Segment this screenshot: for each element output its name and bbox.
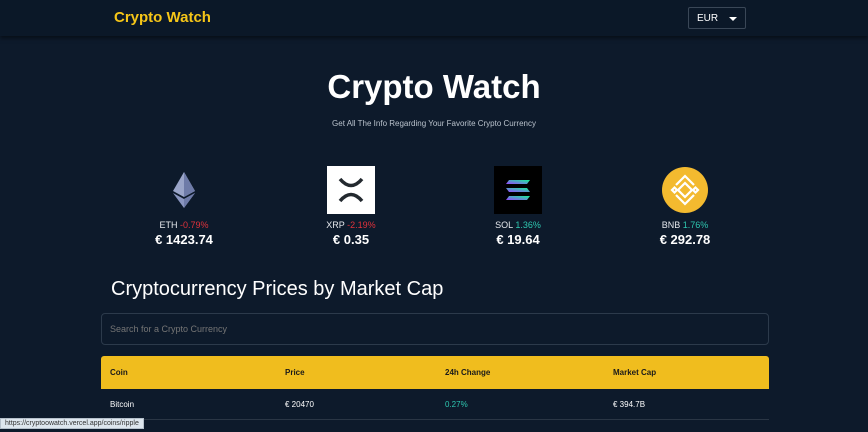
coin-price: € 0.35	[332, 232, 370, 247]
cell-market-cap: € 394.7B	[613, 400, 646, 409]
column-header-24h-change: 24h Change	[445, 368, 491, 377]
coin-price: € 1423.74	[155, 232, 213, 247]
status-bar-url: https://cryptoowatch.vercel.app/coins/ri…	[0, 418, 144, 429]
top-navbar: Crypto Watch EUR	[0, 0, 868, 36]
coin-price: € 292.78	[659, 232, 711, 247]
column-header-market-cap: Market Cap	[613, 368, 657, 377]
table-header: Coin Price 24h Change Market Cap	[101, 356, 769, 389]
coin-change: 1.36%	[515, 220, 541, 230]
column-header-price: Price	[285, 368, 305, 377]
coin-symbol: SOL	[495, 220, 513, 230]
trending-coin-bnb[interactable]: BNB 1.76% € 292.78	[625, 166, 745, 247]
chevron-down-icon	[729, 17, 737, 21]
column-header-coin: Coin	[110, 368, 128, 377]
coin-change: -0.79%	[179, 220, 209, 230]
coin-change: -2.19%	[347, 220, 376, 230]
coin-price: € 19.64	[496, 232, 540, 247]
coin-symbol: BNB	[661, 220, 681, 230]
ethereum-icon	[160, 166, 208, 214]
hero-subtitle: Get All The Info Regarding Your Favorite…	[332, 119, 536, 128]
bnb-icon	[661, 166, 709, 214]
cell-coin: Bitcoin	[110, 400, 135, 409]
coin-symbol: XRP	[326, 220, 345, 230]
coin-symbol: ETH	[159, 220, 178, 230]
trending-coin-xrp[interactable]: XRP -2.19% € 0.35	[291, 166, 411, 247]
brand-logo-text[interactable]: Crypto Watch	[114, 9, 211, 26]
table-row[interactable]: Bitcoin € 20470 0.27% € 394.7B	[101, 390, 769, 420]
coin-change: 1.76%	[682, 220, 709, 230]
section-title: Cryptocurrency Prices by Market Cap	[111, 278, 444, 300]
cell-24h-change: 0.27%	[445, 400, 468, 409]
cell-price: € 20470	[285, 400, 314, 409]
xrp-icon	[327, 166, 375, 214]
search-input[interactable]	[101, 313, 769, 345]
hero-title: Crypto Watch	[327, 68, 541, 105]
trending-coin-sol[interactable]: SOL 1.36% € 19.64	[458, 166, 578, 247]
trending-coin-eth[interactable]: ETH -0.79% € 1423.74	[124, 166, 244, 247]
currency-select-value: EUR	[697, 13, 719, 24]
solana-icon	[494, 166, 542, 214]
currency-select[interactable]: EUR	[688, 7, 746, 29]
